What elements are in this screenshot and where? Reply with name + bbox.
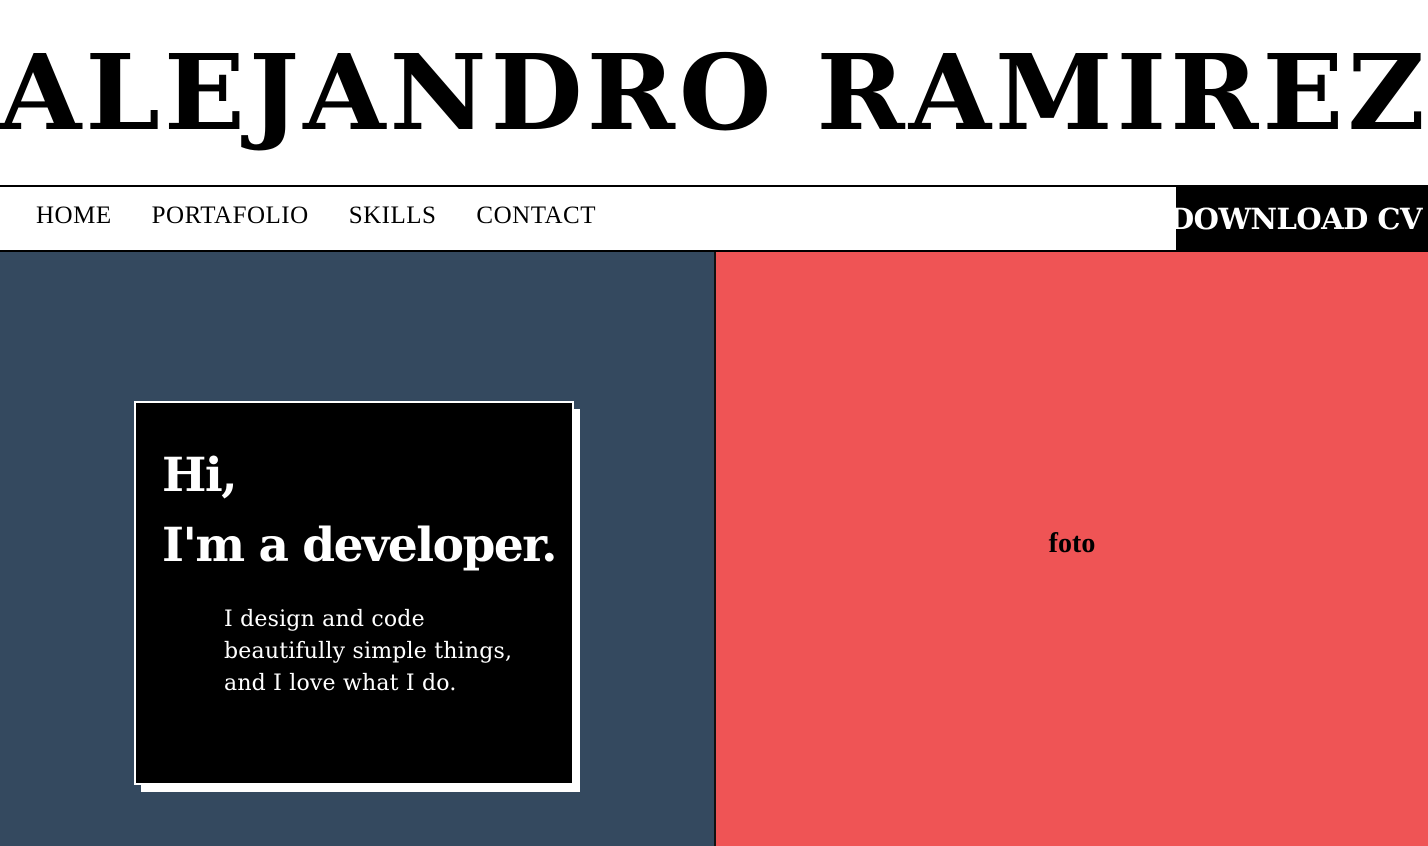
intro-tagline: I design and code beautifully simple thi… [224,607,513,696]
nav-link-contact[interactable]: CONTACT [476,202,596,230]
nav-link-skills[interactable]: SKILLS [349,202,437,230]
greeting-line-2: I'm a developer. [162,518,558,573]
site-title: ALEJANDRO RAMIREZ [0,31,1428,154]
intro-card: Hi, I'm a developer. I design and code b… [134,401,574,785]
navbar: HOME PORTAFOLIO SKILLS CONTACT DOWNLOAD … [0,185,1428,252]
greeting-heading: Hi, I'm a developer. [162,441,558,581]
photo-placeholder-label: foto [1048,528,1096,559]
greeting-line-1: Hi, [162,448,238,503]
photo-panel: foto [716,252,1428,846]
nav-links: HOME PORTAFOLIO SKILLS CONTACT [36,202,636,230]
nav-link-home[interactable]: HOME [36,202,112,230]
download-cv-button[interactable]: DOWNLOAD CV [1169,187,1428,250]
nav-link-portafolio[interactable]: PORTAFOLIO [152,202,309,230]
site-header: ALEJANDRO RAMIREZ [0,0,1428,185]
